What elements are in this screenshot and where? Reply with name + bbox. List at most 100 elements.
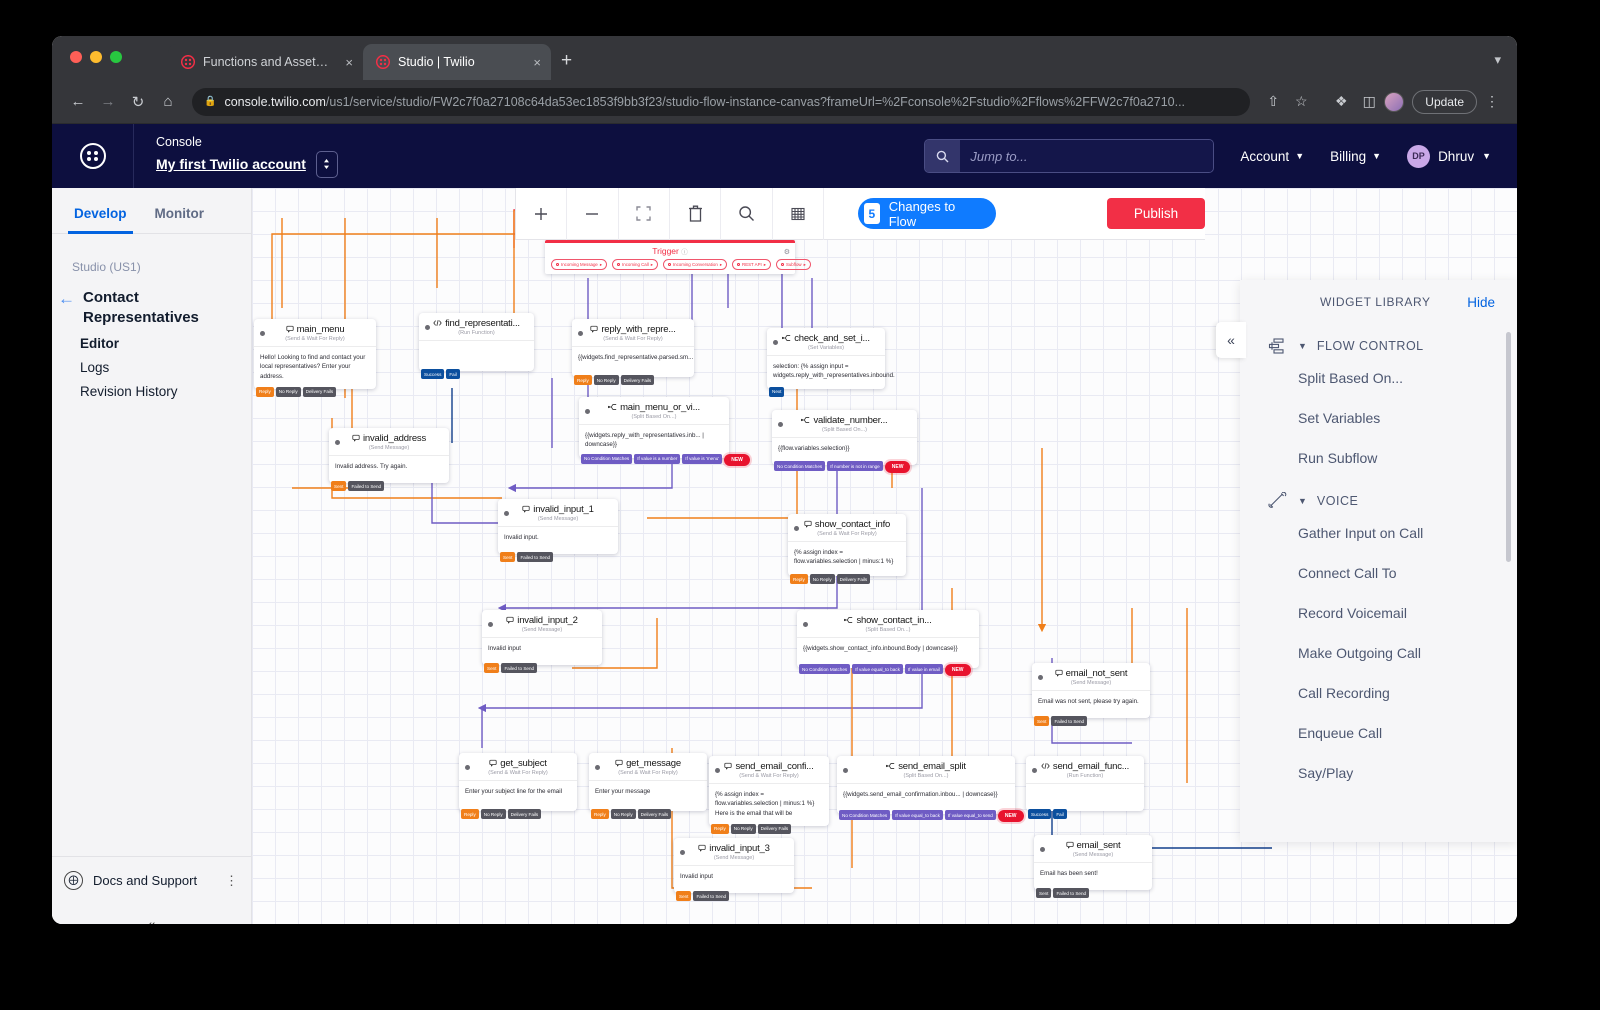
flow-node-email_sent[interactable]: email_sent (Send Message) Email has been…: [1034, 835, 1152, 898]
widget-item-call-recording[interactable]: Call Recording: [1240, 673, 1517, 713]
side-panel-icon[interactable]: ◫: [1356, 89, 1382, 115]
widget-item-gather-input-on-call[interactable]: Gather Input on Call: [1240, 513, 1517, 553]
trigger-pill[interactable]: Incoming Message ▸: [551, 259, 608, 270]
flow-node-invalid_input_2[interactable]: invalid_input_2 (Send Message) Invalid i…: [482, 610, 602, 673]
update-button[interactable]: Update: [1412, 89, 1477, 114]
browser-tab-1[interactable]: Studio | Twilio ×: [363, 44, 551, 80]
bookmark-star-icon[interactable]: ☆: [1288, 89, 1314, 115]
node-pill-reply[interactable]: Reply: [574, 375, 592, 385]
trigger-node[interactable]: Trigger ⓘ ⚙ Incoming Message ▸ Incoming C…: [545, 240, 811, 274]
changes-to-flow-button[interactable]: 5 Changes to Flow: [857, 198, 997, 229]
zoom-out-button[interactable]: [567, 188, 619, 240]
back-arrow-icon[interactable]: ←: [58, 288, 75, 307]
node-pill-no-reply[interactable]: No Reply: [275, 386, 301, 397]
flow-node-validate_number[interactable]: validate_number... (Split Based On...) {…: [772, 410, 917, 473]
widget-library-scrollbar[interactable]: [1506, 332, 1511, 562]
widget-group-voice[interactable]: ▼ VOICE: [1240, 478, 1517, 513]
node-pill-no-reply[interactable]: No Reply: [610, 809, 636, 819]
jump-to-search[interactable]: [924, 139, 1215, 173]
node-pill-reply[interactable]: Reply: [256, 386, 274, 397]
node-pill-sent[interactable]: Sent: [500, 552, 516, 562]
node-pill-no-condition-matches[interactable]: No Condition Matches: [799, 664, 851, 674]
node-pill-no-condition-matches[interactable]: No Condition Matches: [581, 453, 633, 464]
flow-node-invalid_address[interactable]: invalid_address (Send Message) Invalid a…: [329, 428, 449, 491]
node-pill-if-number-is-not-in-range[interactable]: If number is not in range: [827, 461, 883, 471]
node-pill-no-condition-matches[interactable]: No Condition Matches: [839, 810, 891, 820]
flow-node-send_email_split[interactable]: send_email_split (Split Based On...) {{w…: [837, 756, 1024, 822]
search-icon[interactable]: [721, 188, 773, 240]
tabstrip-chevron-down-icon[interactable]: ▾: [1494, 52, 1501, 68]
node-pill-no-reply[interactable]: No Reply: [809, 574, 835, 584]
node-pill-delivery-fails[interactable]: Delivery Fails: [620, 375, 655, 385]
widget-item-enqueue-call[interactable]: Enqueue Call: [1240, 713, 1517, 753]
grid-icon[interactable]: [773, 188, 824, 240]
node-pill-sent[interactable]: Sent: [676, 891, 692, 901]
flow-canvas[interactable]: 5 Changes to Flow Publish Trigger ⓘ ⚙ In…: [252, 188, 1517, 924]
node-pill-failed-to-send[interactable]: Failed to Send: [1051, 716, 1088, 726]
search-input[interactable]: [960, 140, 1214, 172]
publish-button[interactable]: Publish: [1107, 198, 1205, 229]
widget-item-connect-call-to[interactable]: Connect Call To: [1240, 553, 1517, 593]
node-pill-fail[interactable]: Fail: [446, 369, 460, 379]
node-pill-sent[interactable]: Sent: [484, 663, 500, 673]
sidebar-item-revision-history[interactable]: Revision History: [52, 375, 251, 399]
flow-node-send_email_function[interactable]: send_email_func... (Run Function) Succes…: [1026, 756, 1144, 819]
node-pill-delivery-fails[interactable]: Delivery Fails: [507, 809, 542, 819]
node-pill-no-reply[interactable]: No Reply: [480, 809, 506, 819]
flow-node-invalid_input_1[interactable]: invalid_input_1 (Send Message) Invalid i…: [498, 499, 618, 562]
new-tab-button[interactable]: +: [561, 50, 572, 72]
account-name-link[interactable]: My first Twilio account: [156, 156, 306, 172]
node-pill-failed-to-send[interactable]: Failed to Send: [501, 663, 538, 673]
node-pill-success[interactable]: Success: [421, 369, 445, 379]
flow-node-show_contact_info[interactable]: show_contact_info (Send & Wait For Reply…: [788, 514, 906, 584]
flow-node-find_representative[interactable]: find_representati... (Run Function) Succ…: [419, 313, 534, 379]
flow-node-show_contact_in_split[interactable]: show_contact_in... (Split Based On...) {…: [797, 610, 979, 676]
flow-node-main_menu_or_view[interactable]: main_menu_or_vi... (Split Based On...) {…: [579, 397, 750, 466]
flow-node-main_menu[interactable]: main_menu (Send & Wait For Reply) Hello!…: [254, 319, 376, 397]
node-pill-failed-to-send[interactable]: Failed to Send: [1053, 888, 1090, 898]
maximize-window-button[interactable]: [110, 51, 122, 63]
trigger-pill[interactable]: Incoming Conversation ▸: [662, 259, 728, 270]
widget-item-set-variables[interactable]: Set Variables: [1240, 398, 1517, 438]
widget-item-record-voicemail[interactable]: Record Voicemail: [1240, 593, 1517, 633]
widget-item-run-subflow[interactable]: Run Subflow: [1240, 438, 1517, 478]
node-pill-if-value-equal-to-send[interactable]: If value equal_to send: [944, 810, 996, 820]
trigger-pill[interactable]: Subflow ▸: [775, 259, 811, 270]
close-tab-button[interactable]: ×: [527, 55, 541, 70]
node-pill-if-value-equal-to-back[interactable]: If value equal_to back: [852, 664, 903, 674]
chevron-down-icon[interactable]: ▼: [1298, 496, 1307, 506]
home-button[interactable]: ⌂: [154, 88, 182, 116]
browser-menu-icon[interactable]: ⋮: [1479, 89, 1505, 115]
widget-group-flow-control[interactable]: ▼ FLOW CONTROL: [1240, 324, 1517, 358]
node-pill-delivery-fails[interactable]: Delivery Fails: [836, 574, 871, 584]
trigger-pill[interactable]: REST API ▸: [732, 259, 771, 270]
node-pill-failed-to-send[interactable]: Failed to Send: [348, 481, 385, 491]
fit-to-screen-icon[interactable]: [619, 188, 670, 240]
share-icon[interactable]: ⇧: [1260, 89, 1286, 115]
widget-item-make-outgoing-call[interactable]: Make Outgoing Call: [1240, 633, 1517, 673]
node-pill-success[interactable]: Success: [1028, 809, 1052, 819]
back-button[interactable]: ←: [64, 88, 92, 116]
node-pill-new[interactable]: NEW: [944, 664, 971, 676]
tab-develop[interactable]: Develop: [60, 188, 141, 234]
flow-node-check_and_set_index[interactable]: check_and_set_i... (Set Variables) selec…: [767, 328, 895, 397]
node-pill-reply[interactable]: Reply: [461, 809, 479, 819]
address-bar[interactable]: 🔒 console.twilio.com/us1/service/studio/…: [192, 87, 1251, 116]
flow-node-get_message[interactable]: get_message (Send & Wait For Reply) Ente…: [589, 753, 707, 819]
forward-button[interactable]: →: [94, 88, 122, 116]
chevron-down-icon[interactable]: ▼: [1298, 341, 1307, 351]
flow-node-email_not_sent[interactable]: email_not_sent (Send Message) Email was …: [1032, 663, 1150, 726]
node-pill-failed-to-send[interactable]: Failed to Send: [517, 552, 554, 562]
node-pill-delivery-fails[interactable]: Delivery Fails: [757, 823, 792, 834]
browser-tab-0[interactable]: Functions and Assets | Twilio ×: [168, 44, 363, 80]
node-pill-if-value-equal-to-back[interactable]: If value equal_to back: [892, 810, 943, 820]
twilio-logo[interactable]: [52, 124, 134, 188]
sidebar-item-logs[interactable]: Logs: [52, 351, 251, 375]
node-pill-failed-to-send[interactable]: Failed to Send: [693, 891, 730, 901]
zoom-in-button[interactable]: [516, 188, 568, 240]
minimize-window-button[interactable]: [90, 51, 102, 63]
sidebar-collapse-button[interactable]: «: [52, 904, 251, 924]
flow-node-invalid_input_3[interactable]: invalid_input_3 (Send Message) Invalid i…: [674, 838, 794, 901]
node-pill-no-condition-matches[interactable]: No Condition Matches: [774, 461, 826, 471]
gear-icon[interactable]: ⚙: [784, 248, 790, 256]
